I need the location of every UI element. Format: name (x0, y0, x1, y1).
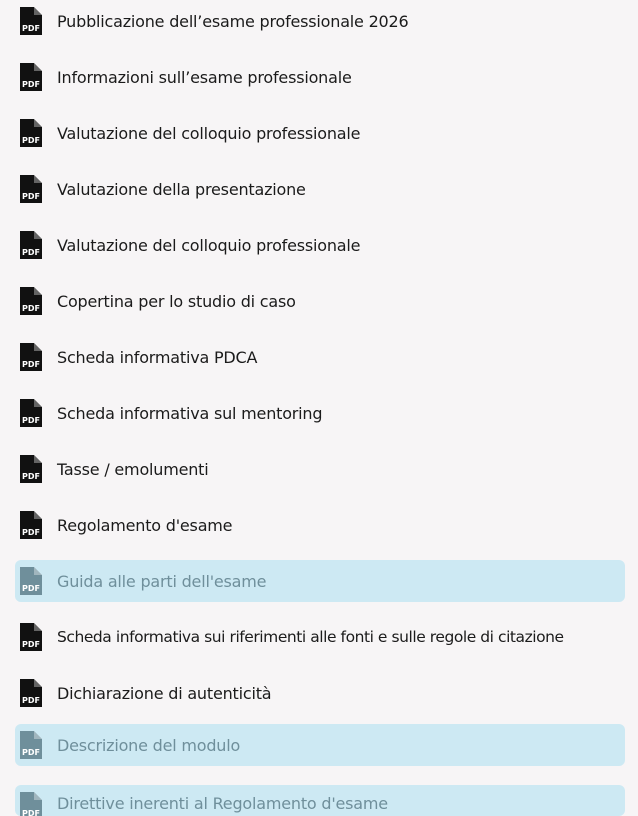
document-link[interactable]: PDF Regolamento d'esame (15, 504, 625, 546)
document-link[interactable]: PDF Valutazione del colloquio profession… (15, 112, 625, 154)
pdf-icon: PDF (20, 731, 42, 759)
document-title: Regolamento d'esame (57, 515, 233, 535)
svg-text:PDF: PDF (22, 24, 40, 33)
document-title: Valutazione del colloquio professionale (57, 235, 361, 255)
document-title: Scheda informativa sul mentoring (57, 403, 323, 423)
document-title: Dichiarazione di autenticità (57, 683, 272, 703)
svg-text:PDF: PDF (22, 136, 40, 145)
pdf-icon: PDF (20, 511, 42, 539)
svg-text:PDF: PDF (22, 809, 40, 816)
svg-text:PDF: PDF (22, 360, 40, 369)
document-link[interactable]: PDF Informazioni sull’esame professional… (15, 56, 625, 98)
svg-text:PDF: PDF (22, 528, 40, 537)
pdf-icon: PDF (20, 63, 42, 91)
document-link[interactable]: PDF Scheda informativa sui riferimenti a… (15, 616, 625, 658)
document-title: Descrizione del modulo (57, 735, 241, 755)
document-title: Scheda informativa sui riferimenti alle … (57, 628, 564, 646)
pdf-icon: PDF (20, 399, 42, 427)
pdf-icon: PDF (20, 175, 42, 203)
pdf-icon: PDF (20, 567, 42, 595)
document-link[interactable]: PDF Valutazione del colloquio profession… (15, 224, 625, 266)
document-link[interactable]: PDF Descrizione del modulo (15, 724, 625, 766)
document-title: Scheda informativa PDCA (57, 347, 258, 367)
svg-text:PDF: PDF (22, 696, 40, 705)
document-title: Informazioni sull’esame professionale (57, 67, 352, 87)
pdf-icon: PDF (20, 287, 42, 315)
document-link[interactable]: PDF Dichiarazione di autenticità (15, 672, 625, 714)
svg-text:PDF: PDF (22, 748, 40, 757)
svg-text:PDF: PDF (22, 304, 40, 313)
pdf-icon: PDF (20, 119, 42, 147)
document-link[interactable]: PDF Scheda informativa sul mentoring (15, 392, 625, 434)
svg-text:PDF: PDF (22, 80, 40, 89)
document-title: Direttive inerenti al Regolamento d'esam… (57, 794, 388, 813)
svg-text:PDF: PDF (22, 248, 40, 257)
pdf-icon: PDF (20, 623, 42, 651)
document-link[interactable]: PDF Valutazione della presentazione (15, 168, 625, 210)
pdf-icon: PDF (20, 455, 42, 483)
svg-text:PDF: PDF (22, 192, 40, 201)
pdf-icon: PDF (20, 231, 42, 259)
svg-text:PDF: PDF (22, 416, 40, 425)
pdf-icon: PDF (20, 679, 42, 707)
document-link[interactable]: PDF Direttive inerenti al Regolamento d'… (15, 785, 625, 816)
document-link[interactable]: PDF Pubblicazione dell’esame professiona… (15, 0, 625, 42)
svg-text:PDF: PDF (22, 584, 40, 593)
document-title: Copertina per lo studio di caso (57, 291, 296, 311)
svg-text:PDF: PDF (22, 472, 40, 481)
pdf-icon: PDF (20, 343, 42, 371)
document-link[interactable]: PDF Tasse / emolumenti (15, 448, 625, 490)
pdf-icon: PDF (20, 7, 42, 35)
pdf-icon: PDF (20, 792, 42, 816)
document-title: Guida alle parti dell'esame (57, 571, 267, 591)
document-title: Pubblicazione dell’esame professionale 2… (57, 11, 409, 31)
document-title: Tasse / emolumenti (57, 459, 209, 479)
document-link[interactable]: PDF Copertina per lo studio di caso (15, 280, 625, 322)
document-title: Valutazione della presentazione (57, 179, 306, 199)
svg-text:PDF: PDF (22, 640, 40, 649)
document-link[interactable]: PDF Scheda informativa PDCA (15, 336, 625, 378)
document-link[interactable]: PDF Guida alle parti dell'esame (15, 560, 625, 602)
document-title: Valutazione del colloquio professionale (57, 123, 361, 143)
document-list: PDF Pubblicazione dell’esame professiona… (0, 0, 638, 816)
